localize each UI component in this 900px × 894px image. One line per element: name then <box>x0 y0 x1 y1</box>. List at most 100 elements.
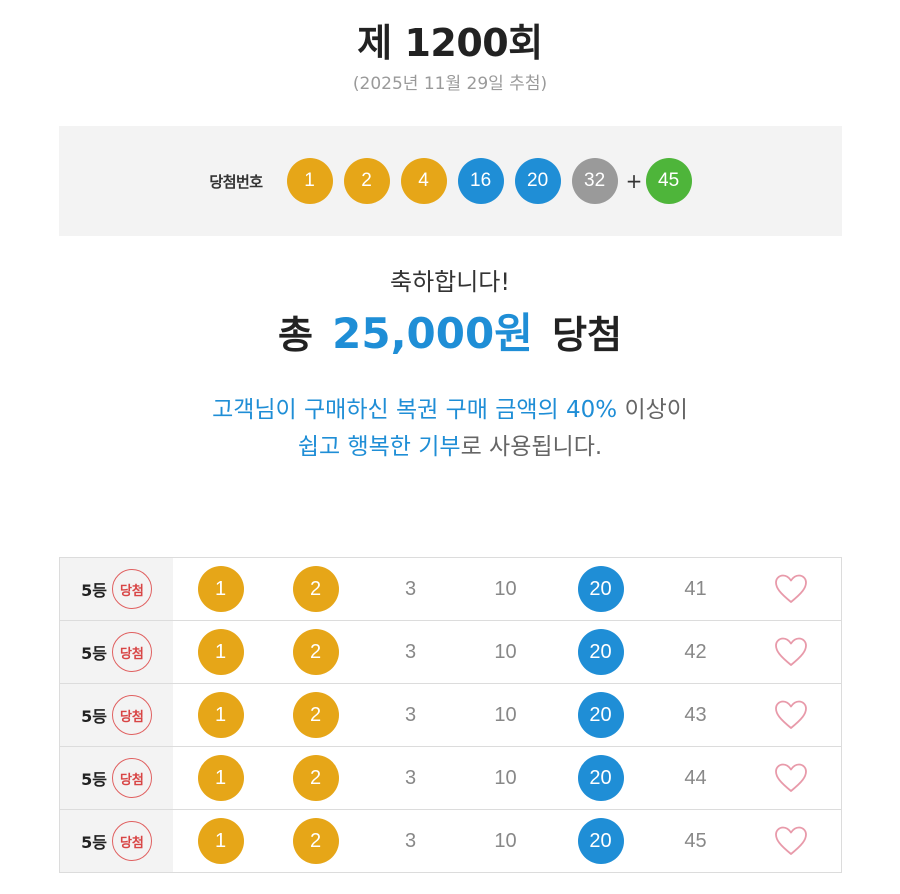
number-cell: 2 <box>268 692 363 738</box>
number-cell: 10 <box>458 578 553 601</box>
favorite-button[interactable] <box>743 825 839 857</box>
heart-icon <box>774 762 808 794</box>
unmatched-number: 10 <box>494 829 517 852</box>
donation-text: 로 사용됩니다. <box>460 434 603 460</box>
unmatched-number: 43 <box>684 703 707 726</box>
donation-line-2: 쉽고 행복한 기부로 사용됩니다. <box>0 429 900 466</box>
matched-ball: 1 <box>197 818 244 864</box>
heart-icon <box>774 699 808 731</box>
favorite-button[interactable] <box>743 636 839 668</box>
number-cell: 2 <box>268 755 363 801</box>
unmatched-number: 3 <box>404 640 417 663</box>
number-cell: 10 <box>458 704 553 727</box>
matched-ball: 1 <box>197 629 244 675</box>
winning-numbers-label: 당첨번호 <box>209 172 263 191</box>
rank-cell: 5등 당첨 <box>60 621 173 683</box>
ticket-row: 5등 당첨 1 2 3 10 20 45 <box>60 810 841 873</box>
number-cell: 20 <box>553 566 648 612</box>
matched-ball: 20 <box>577 566 624 612</box>
rank-cell: 5등 당첨 <box>60 747 173 809</box>
heart-icon <box>774 636 808 668</box>
unmatched-number: 41 <box>684 577 707 600</box>
heart-icon <box>774 825 808 857</box>
rank-label: 5등 <box>81 707 107 726</box>
total-suffix: 당첨 <box>552 313 623 357</box>
number-cell: 1 <box>173 629 268 675</box>
ticket-row: 5등 당첨 1 2 3 10 20 42 <box>60 621 841 684</box>
winning-ball: 32 <box>571 158 618 204</box>
total-prize-amount: 25,000원 <box>332 309 533 358</box>
win-badge: 당첨 <box>111 758 152 798</box>
ticket-results-table: 5등 당첨 1 2 3 10 20 41 5등 당첨 1 2 3 10 20 42 5등 당첨 1 2 3 10 20 43 5… <box>59 557 842 873</box>
heart-icon <box>774 573 808 605</box>
win-badge: 당첨 <box>111 569 152 609</box>
unmatched-number: 3 <box>404 766 417 789</box>
number-cell: 10 <box>458 641 553 664</box>
rank-label: 5등 <box>81 581 107 600</box>
unmatched-number: 3 <box>404 703 417 726</box>
number-cell: 20 <box>553 755 648 801</box>
donation-text: 이상이 <box>617 397 688 423</box>
total-prefix: 총 <box>277 313 313 357</box>
bonus-ball: 45 <box>645 158 692 204</box>
round-title: 제 1200회 <box>357 21 543 65</box>
unmatched-number: 10 <box>494 577 517 600</box>
winning-ball: 16 <box>457 158 504 204</box>
matched-ball: 20 <box>577 818 624 864</box>
number-cell: 44 <box>648 767 743 790</box>
donation-line-1: 고객님이 구매하신 복권 구매 금액의 40% 이상이 <box>0 392 900 429</box>
rank-cell: 5등 당첨 <box>60 558 173 620</box>
number-cell: 3 <box>363 830 458 853</box>
win-badge: 당첨 <box>111 821 152 861</box>
win-badge: 당첨 <box>111 695 152 735</box>
matched-ball: 1 <box>197 692 244 738</box>
number-cell: 1 <box>173 566 268 612</box>
number-cell: 43 <box>648 704 743 727</box>
number-cell: 1 <box>173 692 268 738</box>
favorite-button[interactable] <box>743 573 839 605</box>
number-cell: 20 <box>553 692 648 738</box>
number-cell: 41 <box>648 578 743 601</box>
donation-highlight: 쉽고 행복한 기부 <box>297 434 461 460</box>
donation-notice: 고객님이 구매하신 복권 구매 금액의 40% 이상이 쉽고 행복한 기부로 사… <box>0 392 900 466</box>
number-cell: 2 <box>268 566 363 612</box>
number-cell: 20 <box>553 818 648 864</box>
unmatched-number: 44 <box>684 766 707 789</box>
unmatched-number: 3 <box>404 577 417 600</box>
winning-ball: 20 <box>514 158 561 204</box>
number-cell: 45 <box>648 830 743 853</box>
winning-ball: 2 <box>343 158 390 204</box>
donation-highlight: 고객님이 구매하신 복권 구매 금액의 40% <box>212 397 618 423</box>
favorite-button[interactable] <box>743 762 839 794</box>
number-cell: 3 <box>363 704 458 727</box>
prize-summary: 축하합니다! 총 25,000원 당첨 <box>0 266 900 363</box>
congrats-message: 축하합니다! <box>389 268 511 296</box>
draw-date: (2025년 11월 29일 추첨) <box>352 74 548 94</box>
number-cell: 3 <box>363 578 458 601</box>
matched-ball: 2 <box>292 818 339 864</box>
ticket-row: 5등 당첨 1 2 3 10 20 44 <box>60 747 841 810</box>
matched-ball: 1 <box>197 566 244 612</box>
matched-ball: 2 <box>292 629 339 675</box>
favorite-button[interactable] <box>743 699 839 731</box>
winning-ball: 1 <box>286 158 333 204</box>
unmatched-number: 45 <box>684 829 707 852</box>
number-cell: 2 <box>268 629 363 675</box>
matched-ball: 1 <box>197 755 244 801</box>
total-prize-line: 총 25,000원 당첨 <box>0 306 900 363</box>
winning-balls: 1 2 4 16 20 32 + 45 <box>286 158 692 204</box>
plus-sign: + <box>625 169 643 193</box>
winning-ball: 4 <box>400 158 447 204</box>
number-cell: 42 <box>648 641 743 664</box>
matched-ball: 2 <box>292 755 339 801</box>
matched-ball: 20 <box>577 629 624 675</box>
rank-label: 5등 <box>81 833 107 852</box>
matched-ball: 2 <box>292 566 339 612</box>
number-cell: 10 <box>458 767 553 790</box>
number-cell: 3 <box>363 641 458 664</box>
winning-numbers-panel: 당첨번호 1 2 4 16 20 32 + 45 <box>59 126 842 236</box>
number-cell: 1 <box>173 755 268 801</box>
matched-ball: 20 <box>577 755 624 801</box>
draw-header: 제 1200회 (2025년 11월 29일 추첨) <box>0 18 900 96</box>
number-cell: 2 <box>268 818 363 864</box>
